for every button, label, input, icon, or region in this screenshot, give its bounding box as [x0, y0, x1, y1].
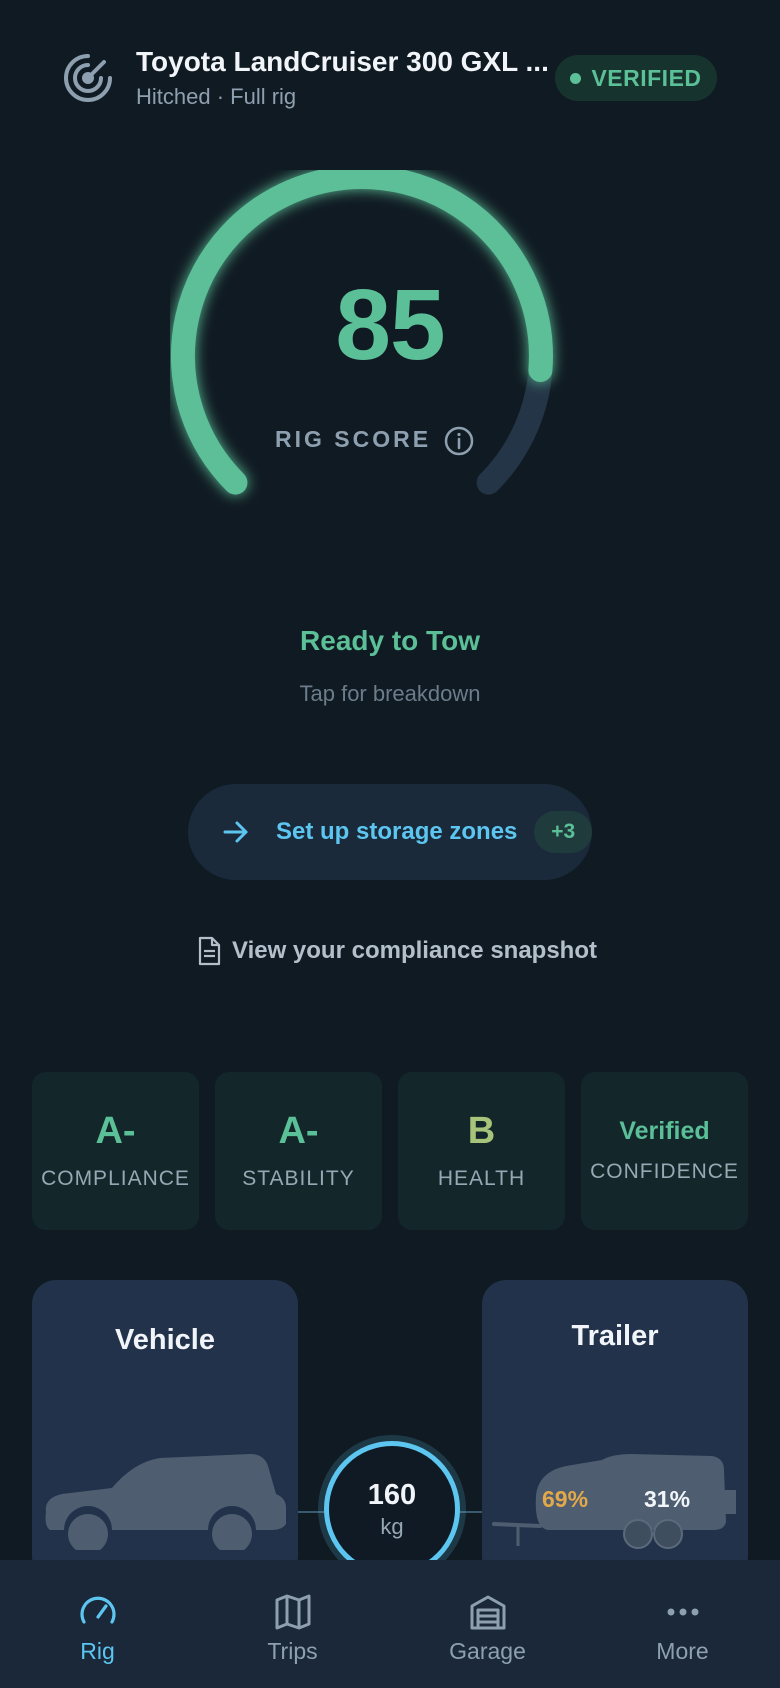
verified-badge-label: VERIFIED	[591, 64, 702, 91]
trailer-panel[interactable]: Trailer 69% 31%	[482, 1280, 748, 1580]
setup-storage-zones-button[interactable]: Set up storage zones +3	[188, 784, 592, 880]
grade-label: HEALTH	[437, 1166, 526, 1190]
status-dot-icon	[570, 72, 582, 84]
towball-weight-unit: kg	[380, 1513, 404, 1539]
vehicle-panel[interactable]: Vehicle	[32, 1280, 298, 1580]
radar-icon	[62, 52, 114, 104]
map-icon	[273, 1592, 313, 1632]
grade-value: A-	[95, 1110, 136, 1153]
document-icon	[196, 936, 222, 966]
grade-label: CONFIDENCE	[590, 1159, 739, 1183]
rig-status-subtitle: Hitched · Full rig	[136, 84, 297, 109]
grade-value: A-	[278, 1110, 319, 1153]
grade-card-compliance[interactable]: A- COMPLIANCE	[32, 1072, 199, 1230]
grade-value: Verified	[619, 1117, 710, 1146]
nav-label: More	[656, 1638, 709, 1664]
trailer-front-weight-percent: 69%	[542, 1486, 589, 1512]
grade-value: B	[467, 1110, 496, 1153]
trailer-rear-weight-percent: 31%	[644, 1486, 691, 1512]
bottom-navigation: Rig Trips Garage More	[0, 1560, 780, 1688]
hitch-connector-left	[298, 1511, 324, 1513]
nav-item-garage[interactable]: Garage	[413, 1592, 563, 1665]
info-icon[interactable]	[443, 425, 475, 457]
grade-card-health[interactable]: B HEALTH	[398, 1072, 565, 1230]
compliance-snapshot-label: View your compliance snapshot	[232, 937, 597, 964]
nav-item-rig[interactable]: Rig	[23, 1592, 173, 1665]
tow-readiness-status[interactable]: Ready to Tow	[0, 625, 780, 657]
garage-icon	[468, 1592, 508, 1632]
towball-weight-value: 160	[367, 1478, 417, 1511]
nav-label: Trips	[267, 1638, 318, 1664]
nav-label: Rig	[80, 1638, 115, 1664]
towball-weight-indicator[interactable]: 160 kg	[324, 1441, 460, 1577]
vehicle-title[interactable]: Toyota LandCruiser 300 GXL ...	[136, 46, 549, 78]
storage-zones-count-badge: +3	[534, 811, 592, 853]
trailer-panel-title: Trailer	[571, 1320, 659, 1352]
breakdown-hint: Tap for breakdown	[299, 681, 481, 706]
rig-score-value: 85	[335, 269, 445, 381]
arrow-right-icon	[222, 818, 250, 846]
verified-badge: VERIFIED	[555, 55, 717, 101]
vehicle-panel-title: Vehicle	[115, 1324, 215, 1356]
compliance-snapshot-link[interactable]: View your compliance snapshot	[196, 936, 597, 966]
grade-card-stability[interactable]: A- STABILITY	[215, 1072, 382, 1230]
caravan-silhouette-icon	[492, 1454, 736, 1549]
more-dots-icon	[663, 1592, 703, 1632]
grade-label: STABILITY	[242, 1166, 355, 1190]
suv-silhouette-icon	[45, 1454, 286, 1550]
nav-item-trips[interactable]: Trips	[218, 1592, 368, 1665]
grade-label: COMPLIANCE	[41, 1166, 190, 1190]
nav-item-more[interactable]: More	[608, 1592, 758, 1665]
rig-score-label: RIG SCORE	[275, 426, 432, 452]
setup-storage-zones-label: Set up storage zones	[276, 818, 518, 845]
grade-card-confidence[interactable]: Verified CONFIDENCE	[581, 1072, 748, 1230]
gauge-icon	[78, 1592, 118, 1632]
nav-label: Garage	[449, 1638, 526, 1664]
hitch-connector-right	[460, 1511, 482, 1513]
